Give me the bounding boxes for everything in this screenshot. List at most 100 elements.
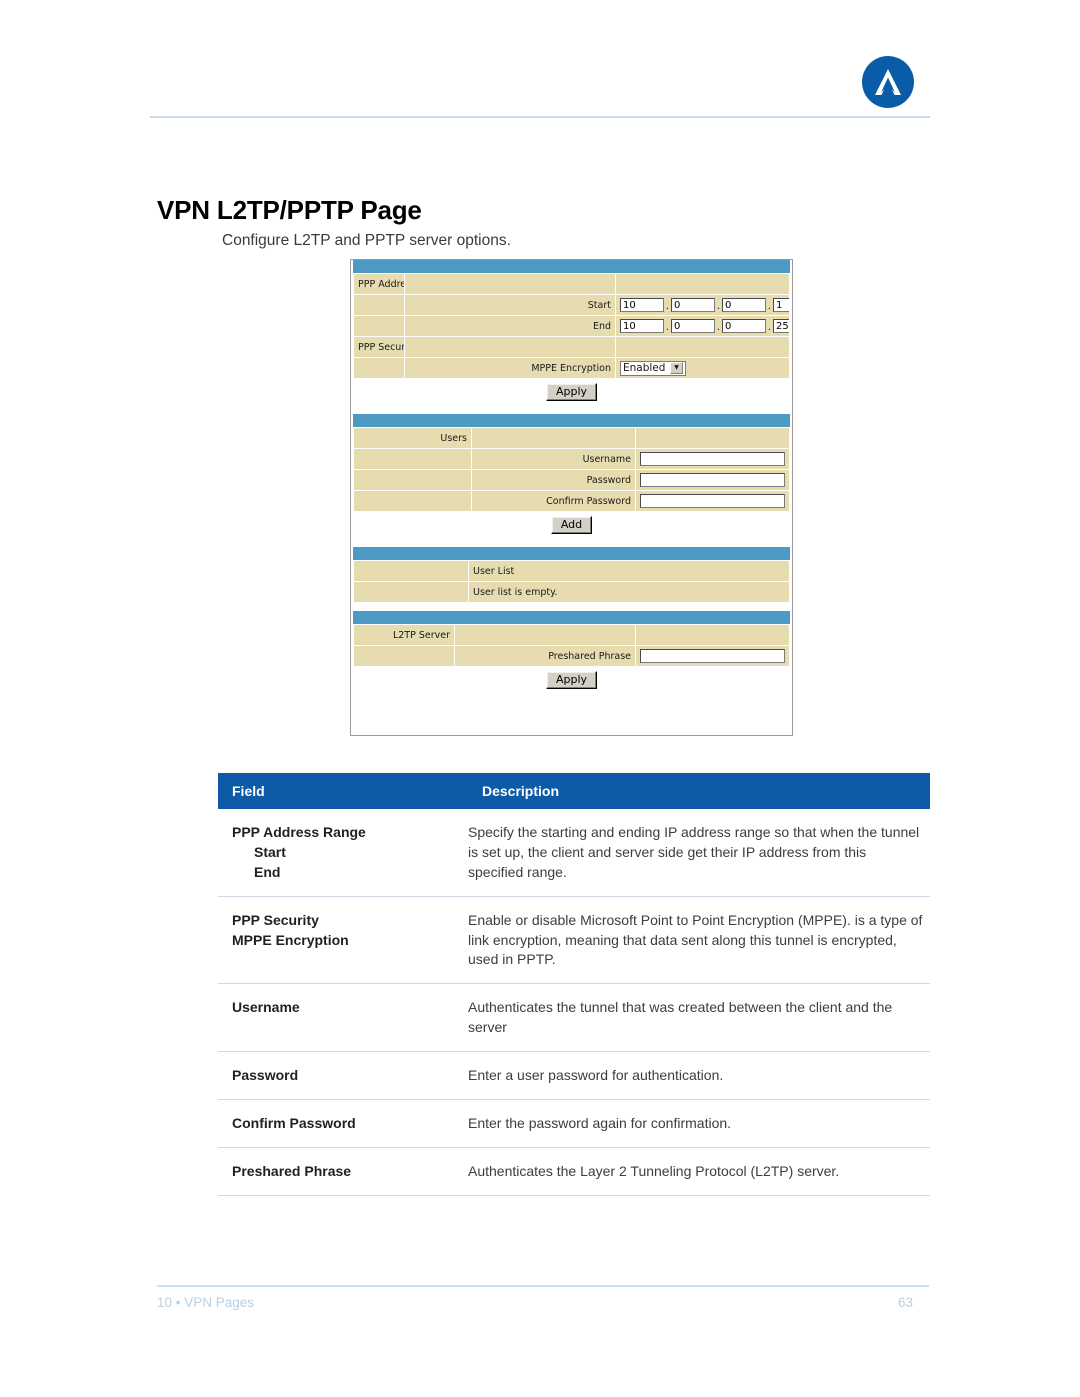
ip-dot-separator: .	[665, 301, 670, 312]
ppp-start-gutter	[354, 295, 404, 315]
mppe-select-cell: Enabled ▼	[616, 358, 789, 378]
l2tp-server-panel: L2TP Server Preshared Phrase Apply	[351, 611, 792, 694]
description-cell: Enable or disable Microsoft Point to Poi…	[468, 896, 930, 985]
confirm-password-input[interactable]	[640, 494, 785, 508]
description-cell: Authenticates the Layer 2 Tunneling Prot…	[468, 1147, 930, 1196]
table-row: PPP Address Range Start End Specify the sta…	[218, 809, 930, 897]
ppp-start-octet-4[interactable]: 1	[773, 298, 789, 312]
l2tp-server-label: L2TP Server	[354, 625, 454, 645]
users-spacer-b	[636, 428, 789, 448]
table-row: PPP Security	[354, 337, 789, 357]
ppp-range-spacer-a	[405, 274, 615, 294]
user-list-empty-text: User list is empty.	[469, 582, 789, 602]
motorola-batwing-logo	[862, 56, 914, 108]
field-cell: Username	[218, 983, 468, 1052]
field-label: PPP Security	[232, 911, 319, 928]
field-cell: Preshared Phrase	[218, 1147, 468, 1196]
column-header-field: Field	[218, 773, 468, 809]
ip-dot-separator: .	[716, 301, 721, 312]
ppp-panel: PPP Address Range Start 10.0.0.1 End	[351, 260, 792, 406]
table-row: End 10.0.0.254	[354, 316, 789, 336]
ppp-security-spacer-b	[616, 337, 789, 357]
field-cell: PPP Address Range Start End	[218, 809, 468, 897]
mppe-encryption-value: Enabled	[623, 361, 666, 374]
ppp-address-range-label: PPP Address Range	[354, 274, 404, 294]
ppp-apply-button[interactable]: Apply	[545, 383, 598, 401]
table-row: Confirm Password Enter the password again…	[218, 1099, 930, 1148]
mppe-gutter	[354, 358, 404, 378]
ppp-start-label: Start	[405, 295, 615, 315]
table-row: Username Authenticates the tunnel that wa…	[218, 983, 930, 1052]
table-row: L2TP Server	[354, 625, 789, 645]
add-user-button[interactable]: Add	[550, 516, 593, 534]
l2tp-spacer-a	[455, 625, 635, 645]
field-label: Confirm Password	[232, 1114, 356, 1131]
description-cell: Enter a user password for authentication…	[468, 1051, 930, 1100]
password-label: Password	[472, 470, 635, 490]
ppp-end-octet-1[interactable]: 10	[620, 319, 664, 333]
user-list-gutter-b	[354, 582, 468, 602]
table-row: MPPE Encryption Enabled ▼	[354, 358, 789, 378]
field-description-table: Field Description PPP Address Range Start…	[218, 773, 930, 1196]
password-input[interactable]	[640, 473, 785, 487]
ppp-start-octet-3[interactable]: 0	[722, 298, 766, 312]
panel-gap	[351, 603, 792, 611]
page-title: VPN L2TP/PPTP Page	[157, 195, 422, 226]
field-cell: Confirm Password	[218, 1099, 468, 1148]
confirm-password-gutter	[354, 491, 471, 511]
panel-gap	[351, 539, 792, 547]
preshared-phrase-input[interactable]	[640, 649, 785, 663]
ppp-end-label: End	[405, 316, 615, 336]
ppp-end-ip-group: 10.0.0.254	[620, 319, 789, 333]
ip-dot-separator: .	[767, 322, 772, 333]
table-row: Username	[354, 449, 789, 469]
table-row: User list is empty.	[354, 582, 789, 602]
ppp-security-spacer-a	[405, 337, 615, 357]
users-panel-table: Users Username Password Confirm Password	[353, 427, 790, 512]
ip-dot-separator: .	[665, 322, 670, 333]
users-group-label: Users	[354, 428, 471, 448]
ppp-start-ip-group: 10. 0. 0. 1	[620, 298, 789, 312]
footer-chapter-label: 10 • VPN Pages	[157, 1295, 255, 1310]
username-input[interactable]	[640, 452, 785, 466]
header-divider	[150, 116, 930, 118]
ip-dot-separator: .	[716, 322, 721, 333]
preshared-phrase-field-cell	[636, 646, 789, 666]
field-label: MPPE Encryption	[232, 931, 349, 948]
table-row: Confirm Password	[354, 491, 789, 511]
l2tp-apply-button[interactable]: Apply	[545, 671, 598, 689]
ppp-start-octet-1[interactable]: 10	[620, 298, 664, 312]
ppp-end-octet-4[interactable]: 254	[773, 319, 789, 333]
mppe-encryption-select[interactable]: Enabled ▼	[620, 360, 686, 376]
users-panel: Users Username Password Confirm Password…	[351, 414, 792, 539]
intro-paragraph: Configure L2TP and PPTP server options.	[222, 232, 511, 249]
user-list-panel: User List User list is empty.	[351, 547, 792, 603]
router-ui-screenshot: PPP Address Range Start 10.0.0.1 End	[350, 259, 793, 736]
users-spacer-a	[472, 428, 635, 448]
table-row: PPP Address Range	[354, 274, 789, 294]
table-row: Password	[354, 470, 789, 490]
l2tp-apply-row: Apply	[351, 667, 792, 694]
user-list-table: User List User list is empty.	[353, 560, 790, 603]
table-row: Preshared Phrase Authenticates the Layer …	[218, 1147, 930, 1196]
ppp-panel-titlebar	[353, 260, 790, 273]
ppp-end-octet-2[interactable]: 0	[671, 319, 715, 333]
ppp-start-octet-2[interactable]: 0	[671, 298, 715, 312]
ppp-end-gutter	[354, 316, 404, 336]
ppp-end-octet-3[interactable]: 0	[722, 319, 766, 333]
table-row: User List	[354, 561, 789, 581]
table-row: Start 10. 0. 0. 1	[354, 295, 789, 315]
field-label: Username	[232, 999, 300, 1016]
ppp-security-label: PPP Security	[354, 337, 404, 357]
password-field-cell	[636, 470, 789, 490]
field-label: Password	[232, 1067, 299, 1083]
field-sublabel: Start	[254, 843, 286, 860]
field-sublabel: End	[254, 863, 281, 880]
username-gutter	[354, 449, 471, 469]
users-panel-titlebar	[353, 414, 790, 427]
ppp-start-fields-cell: 10. 0. 0. 1	[616, 295, 789, 315]
table-row: Password Enter a user password for authen…	[218, 1051, 930, 1100]
preshared-gutter	[354, 646, 454, 666]
user-list-gutter-a	[354, 561, 468, 581]
table-row: Users	[354, 428, 789, 448]
